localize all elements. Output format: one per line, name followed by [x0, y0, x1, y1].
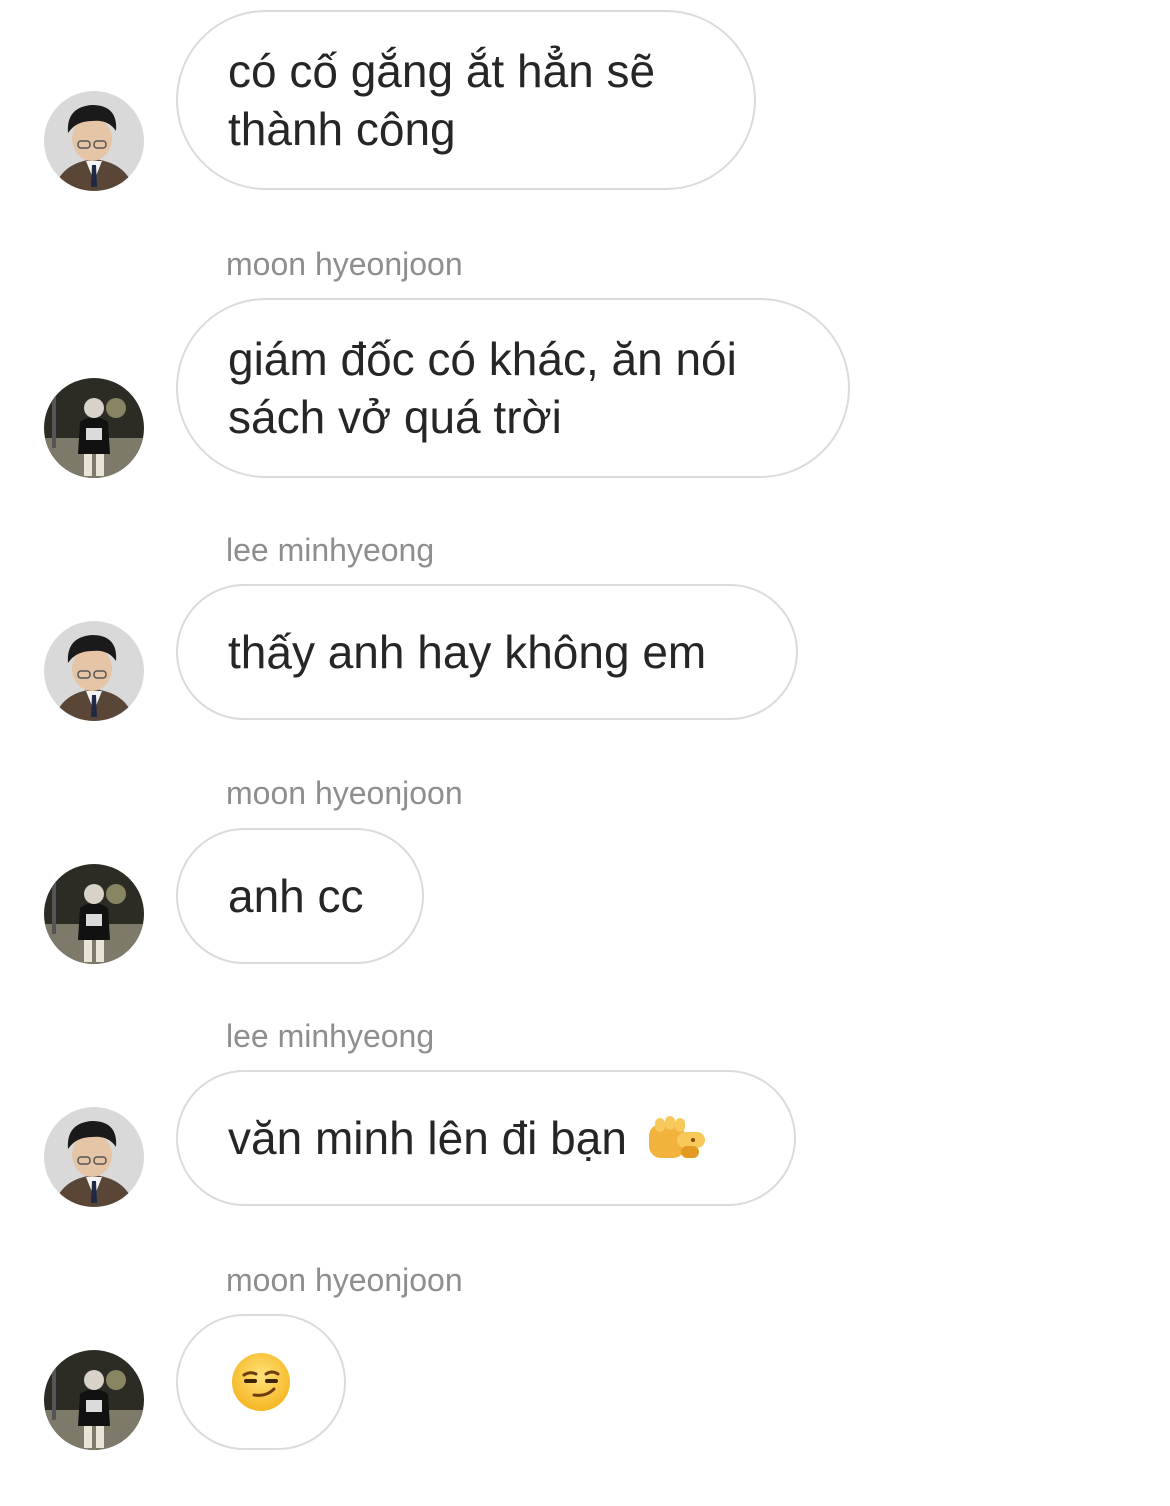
message-bubble[interactable] — [176, 1314, 346, 1450]
message-bubble[interactable]: thấy anh hay không em — [176, 584, 798, 720]
message-text: văn minh lên đi bạn — [228, 1112, 627, 1164]
avatar[interactable] — [44, 864, 144, 964]
pointing-fist-emoji-icon — [645, 1110, 709, 1166]
message-bubble[interactable]: giám đốc có khác, ăn nói sách vở quá trờ… — [176, 298, 850, 478]
avatar-suit-man-icon — [44, 1107, 144, 1207]
avatar-night-walk-icon — [44, 1350, 144, 1450]
sender-name: moon hyeonjoon — [226, 246, 463, 282]
avatar[interactable] — [44, 91, 144, 191]
sender-name: moon hyeonjoon — [226, 1262, 463, 1298]
avatar[interactable] — [44, 621, 144, 721]
sender-name: moon hyeonjoon — [226, 775, 463, 811]
message-text: giám đốc có khác, ăn nói sách vở quá trờ… — [228, 333, 737, 443]
message-text: anh cc — [228, 870, 364, 922]
avatar[interactable] — [44, 1350, 144, 1450]
message-text: thấy anh hay không em — [228, 626, 707, 678]
message-bubble[interactable]: anh cc — [176, 828, 424, 964]
message-text: có cố gắng ắt hẳn sẽ thành công — [228, 45, 656, 155]
avatar-suit-man-icon — [44, 621, 144, 721]
avatar[interactable] — [44, 378, 144, 478]
sender-name: lee minhyeong — [226, 1018, 435, 1054]
avatar-suit-man-icon — [44, 91, 144, 191]
message-bubble[interactable]: có cố gắng ắt hẳn sẽ thành công — [176, 10, 756, 190]
avatar-night-walk-icon — [44, 378, 144, 478]
message-bubble[interactable]: văn minh lên đi bạn — [176, 1070, 796, 1206]
avatar-night-walk-icon — [44, 864, 144, 964]
smirking-face-emoji-icon — [230, 1351, 292, 1413]
avatar[interactable] — [44, 1107, 144, 1207]
sender-name: lee minhyeong — [226, 532, 435, 568]
